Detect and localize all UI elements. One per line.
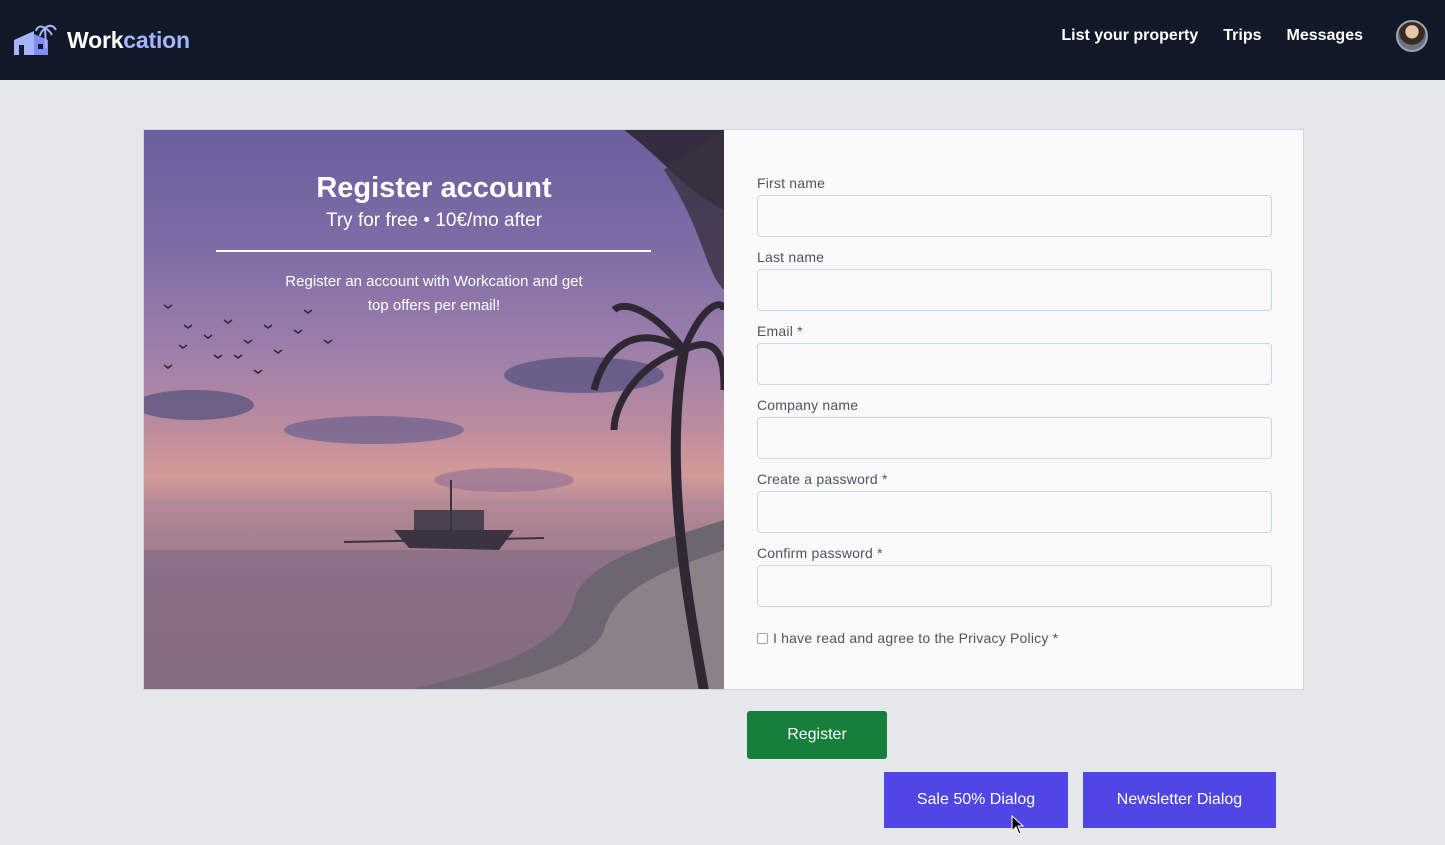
hero-divider — [216, 250, 651, 252]
user-avatar[interactable] — [1396, 20, 1428, 52]
first-name-input[interactable] — [757, 195, 1272, 237]
confirm-password-field: Confirm password * — [757, 545, 1272, 607]
brand-name: Workcation — [67, 27, 190, 54]
last-name-field: Last name — [757, 249, 1272, 311]
hero-subtitle: Try for free • 10€/mo after — [325, 210, 543, 231]
privacy-label: I have read and agree to the Privacy Pol… — [773, 630, 1059, 646]
company-name-input[interactable] — [757, 417, 1272, 459]
nav-trips[interactable]: Trips — [1223, 27, 1261, 45]
last-name-label: Last name — [757, 249, 825, 265]
confirm-password-input[interactable] — [757, 565, 1272, 607]
privacy-agreement: I have read and agree to the Privacy Pol… — [757, 630, 1058, 646]
first-name-field: First name — [757, 175, 1272, 237]
register-card: Register account Try for free • 10€/mo a… — [143, 129, 1304, 690]
newsletter-dialog-button[interactable]: Newsletter Dialog — [1083, 772, 1276, 828]
top-navbar: Workcation List your property Trips Mess… — [0, 0, 1445, 80]
register-button[interactable]: Register — [747, 711, 887, 759]
last-name-input[interactable] — [757, 269, 1272, 311]
email-input[interactable] — [757, 343, 1272, 385]
workcation-logo[interactable]: Workcation — [12, 24, 190, 56]
nav-list-property[interactable]: List your property — [1061, 27, 1198, 45]
company-name-field: Company name — [757, 397, 1272, 459]
brand-part2: cation — [123, 26, 190, 53]
email-label: Email * — [757, 323, 803, 339]
register-form: First name Last name Email * Company nam… — [724, 130, 1303, 689]
mouse-cursor-icon — [1011, 815, 1025, 835]
email-field: Email * — [757, 323, 1272, 385]
sale-dialog-button[interactable]: Sale 50% Dialog — [884, 772, 1068, 828]
hero-panel: Register account Try for free • 10€/mo a… — [144, 130, 724, 689]
privacy-checkbox[interactable] — [757, 632, 768, 644]
house-palm-logo-icon — [14, 24, 57, 55]
password-input[interactable] — [757, 491, 1272, 533]
nav-messages[interactable]: Messages — [1287, 27, 1364, 45]
confirm-password-label: Confirm password * — [757, 545, 883, 561]
password-label: Create a password * — [757, 471, 888, 487]
first-name-label: First name — [757, 175, 826, 191]
hero-title: Register account — [316, 172, 552, 204]
main-nav: List your property Trips Messages — [1061, 27, 1363, 45]
hero-description: Register an account with Workcation and … — [285, 273, 583, 314]
brand-part1: Work — [67, 26, 124, 53]
company-name-label: Company name — [757, 397, 859, 413]
password-field: Create a password * — [757, 471, 1272, 533]
